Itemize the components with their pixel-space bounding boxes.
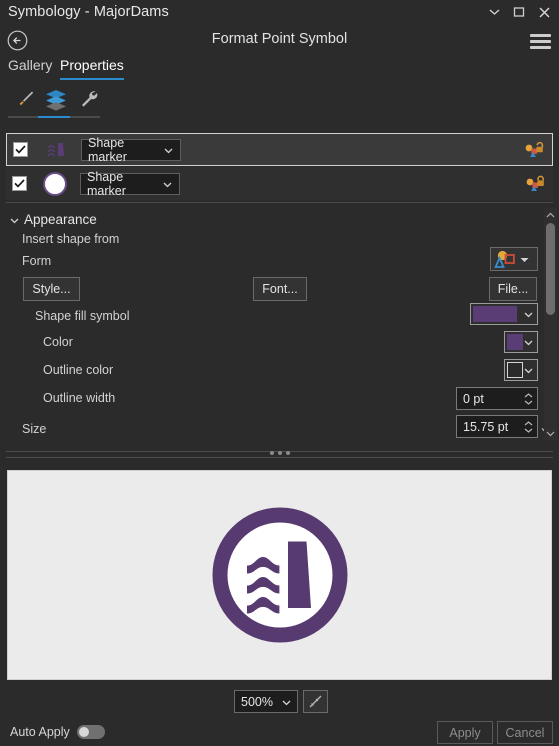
properties-scrollbar[interactable]: [544, 208, 557, 440]
strip-underline: [8, 116, 100, 118]
tab-bar: Gallery Properties: [0, 56, 559, 82]
tab-gallery[interactable]: Gallery: [8, 57, 52, 77]
size-stepper[interactable]: 15.75 pt: [456, 415, 538, 438]
scrollbar-thumb[interactable]: [546, 223, 555, 315]
preview-zoom-bar: 500%: [0, 690, 559, 716]
zoom-level-dropdown[interactable]: 500%: [234, 690, 298, 713]
shape-fill-swatch: [473, 306, 517, 322]
layer-unlocked-icon[interactable]: [524, 140, 544, 159]
auto-apply-label: Auto Apply: [10, 725, 70, 739]
chevron-down-icon[interactable]: [483, 2, 505, 22]
size-value: 15.75 pt: [463, 419, 509, 434]
chevron-down-icon: [163, 177, 172, 191]
symbology-panel: Symbology - MajorDams Format Point Symbo…: [0, 0, 559, 746]
hamburger-menu-icon[interactable]: [530, 34, 551, 49]
layer-list-divider: [6, 202, 553, 203]
outline-color-dropdown[interactable]: [504, 359, 538, 381]
symbol-preview-area: [7, 470, 552, 680]
color-swatch: [507, 334, 523, 350]
tab-properties[interactable]: Properties: [60, 57, 124, 80]
chevron-down-icon: [282, 695, 291, 709]
stepper-arrows[interactable]: [524, 392, 533, 405]
layer-visibility-checkbox[interactable]: [13, 142, 28, 157]
chevron-down-icon: [10, 212, 19, 227]
outline-width-value: 0 pt: [463, 391, 484, 406]
scrollbar-track[interactable]: [544, 221, 557, 427]
shape-fill-symbol-label: Shape fill symbol: [35, 309, 130, 323]
layer-thumbnail-dam: [39, 136, 73, 164]
appearance-section-header[interactable]: Appearance: [10, 212, 97, 227]
style-button[interactable]: Style...: [23, 277, 80, 301]
outline-width-label: Outline width: [43, 391, 116, 405]
font-button[interactable]: Font...: [253, 277, 307, 301]
shape-fill-symbol-dropdown[interactable]: [470, 303, 538, 325]
symbol-layer-row[interactable]: Shape marker: [6, 133, 553, 166]
layer-thumbnail-circle: [38, 170, 72, 198]
wrench-icon[interactable]: [70, 84, 108, 114]
major-dam-symbol: [212, 507, 347, 643]
layer-locked-icon[interactable]: [525, 174, 545, 193]
layer-type-value: Shape marker: [88, 135, 127, 164]
size-label: Size: [22, 422, 47, 436]
chevron-down-icon: [520, 250, 529, 268]
zoom-level-value: 500%: [241, 694, 273, 709]
fit-to-window-icon[interactable]: [303, 690, 328, 713]
splitter-grip[interactable]: [269, 451, 290, 455]
symbol-layer-row[interactable]: Shape marker: [6, 167, 553, 200]
layer-visibility-checkbox[interactable]: [12, 176, 27, 191]
outline-width-stepper[interactable]: 0 pt: [456, 387, 538, 410]
auto-apply-control[interactable]: Auto Apply: [10, 725, 105, 739]
scroll-up-icon[interactable]: [546, 208, 555, 221]
scroll-down-icon[interactable]: [546, 427, 555, 440]
panel-header: Format Point Symbol: [0, 26, 559, 56]
color-label: Color: [43, 335, 73, 349]
chevron-down-icon: [524, 333, 533, 351]
window-controls: [483, 2, 555, 22]
close-icon[interactable]: [533, 2, 555, 22]
auto-apply-toggle[interactable]: [76, 725, 105, 739]
outline-color-swatch: [507, 362, 523, 378]
symbol-tool-strip: [0, 84, 559, 122]
stepper-arrows[interactable]: [524, 420, 533, 433]
layer-type-value: Shape marker: [87, 169, 126, 198]
title-bar: Symbology - MajorDams: [0, 0, 559, 26]
color-dropdown[interactable]: [504, 331, 538, 353]
insert-shape-from-label: Insert shape from: [22, 232, 120, 246]
chevron-down-icon: [524, 305, 533, 323]
appearance-title: Appearance: [24, 212, 97, 227]
apply-button[interactable]: Apply: [437, 721, 493, 744]
layer-type-dropdown[interactable]: Shape marker: [81, 135, 181, 164]
maximize-icon[interactable]: [508, 2, 530, 22]
window-title: Symbology - MajorDams: [8, 4, 169, 20]
form-label: Form: [22, 254, 52, 268]
form-shape-picker[interactable]: [490, 247, 538, 271]
file-button[interactable]: File...: [489, 277, 537, 301]
outline-color-label: Outline color: [43, 363, 114, 377]
chevron-down-icon: [164, 143, 173, 157]
layer-type-dropdown[interactable]: Shape marker: [80, 169, 180, 198]
page-title: Format Point Symbol: [211, 31, 348, 47]
chevron-down-icon: [524, 361, 533, 379]
panel-splitter[interactable]: [6, 449, 553, 460]
cancel-button[interactable]: Cancel: [497, 721, 553, 744]
